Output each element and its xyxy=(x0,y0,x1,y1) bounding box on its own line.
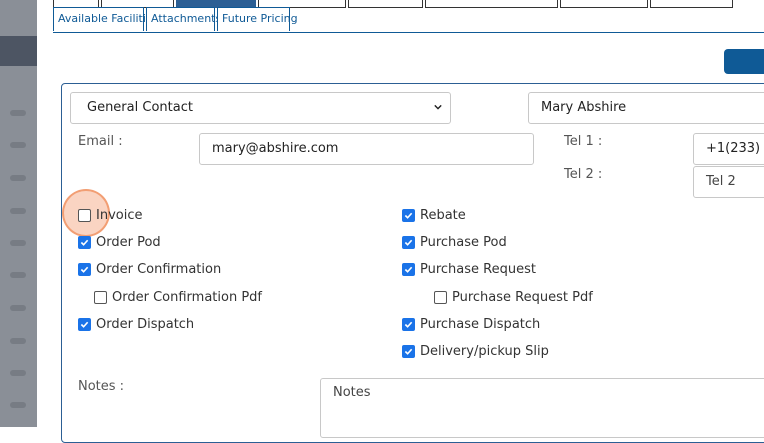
checkbox-label: Purchase Dispatch xyxy=(420,316,541,332)
check-icon xyxy=(404,266,413,273)
sidebar-item-icon[interactable] xyxy=(10,338,26,344)
chevron-down-icon xyxy=(434,104,442,110)
checkbox-checked[interactable] xyxy=(402,208,415,222)
contact-type-select[interactable]: General Contact xyxy=(70,92,451,124)
checkbox-checked[interactable] xyxy=(78,235,91,249)
action-button[interactable] xyxy=(724,49,764,74)
sidebar-item-icon[interactable] xyxy=(10,370,26,376)
sidebar-item-icon[interactable] xyxy=(10,110,26,116)
tab-attachments[interactable]: Attachments xyxy=(146,7,221,31)
sidebar-item-icon[interactable] xyxy=(10,305,26,311)
tab-future-pricing[interactable]: Future Pricing xyxy=(217,7,298,31)
contact-name-value: Mary Abshire xyxy=(541,100,627,115)
sidebar-item-icon[interactable] xyxy=(10,240,26,246)
checkbox-label: Order Pod xyxy=(96,234,161,250)
tel2-field[interactable]: Tel 2 xyxy=(693,166,764,198)
email-field[interactable]: mary@abshire.com xyxy=(199,133,534,165)
checkbox-purchase-request-pdf[interactable]: Purchase Request Pdf xyxy=(434,288,593,306)
sidebar-item-icon[interactable] xyxy=(10,142,26,148)
contact-name-field[interactable]: Mary Abshire xyxy=(528,92,764,124)
checkbox-order-confirmation[interactable]: Order Confirmation xyxy=(78,260,221,278)
checkbox-invoice[interactable]: Invoice xyxy=(78,206,142,224)
checkbox-label: Order Dispatch xyxy=(96,316,195,332)
checkbox-purchase-dispatch[interactable]: Purchase Dispatch xyxy=(402,315,540,333)
checkbox-label: Purchase Request xyxy=(420,261,536,277)
check-icon xyxy=(404,321,413,328)
tel1-value: +1(233) xyxy=(706,141,761,156)
checkbox-delivery-pickup-slip[interactable]: Delivery/pickup Slip xyxy=(402,342,549,360)
checkbox-label: Purchase Request Pdf xyxy=(452,289,593,305)
sidebar-item-icon[interactable] xyxy=(10,175,26,181)
checkbox-label: Rebate xyxy=(420,207,466,223)
sidebar-active-item[interactable] xyxy=(0,36,37,66)
sidebar-item-icon[interactable] xyxy=(10,402,26,408)
tab-available-facilities[interactable]: Available Facilities xyxy=(53,7,158,31)
tel1-field[interactable]: +1(233) xyxy=(693,133,764,165)
notes-placeholder: Notes xyxy=(333,385,371,400)
checkbox-purchase-pod[interactable]: Purchase Pod xyxy=(402,233,507,251)
tel1-label: Tel 1 : xyxy=(564,134,603,149)
tel2-label: Tel 2 : xyxy=(564,167,603,182)
sidebar-item-icon[interactable] xyxy=(10,208,26,214)
checkbox-purchase-request[interactable]: Purchase Request xyxy=(402,260,536,278)
check-icon xyxy=(404,212,413,219)
checkbox-unchecked[interactable] xyxy=(94,290,107,304)
checkbox-rebate[interactable]: Rebate xyxy=(402,206,466,224)
check-icon xyxy=(80,266,89,273)
checkbox-label: Order Confirmation Pdf xyxy=(112,289,262,305)
checkbox-checked[interactable] xyxy=(78,317,91,331)
checkbox-order-confirmation-pdf[interactable]: Order Confirmation Pdf xyxy=(94,288,262,306)
checkbox-checked[interactable] xyxy=(402,344,415,358)
check-icon xyxy=(80,321,89,328)
check-icon xyxy=(80,239,89,246)
checkbox-unchecked[interactable] xyxy=(434,290,447,304)
checkbox-order-dispatch[interactable]: Order Dispatch xyxy=(78,315,194,333)
sidebar xyxy=(0,0,37,427)
checkbox-label: Purchase Pod xyxy=(420,234,507,250)
notes-label: Notes : xyxy=(78,379,125,394)
sidebar-item-icon[interactable] xyxy=(10,272,26,278)
tel2-placeholder: Tel 2 xyxy=(706,174,736,189)
email-label: Email : xyxy=(78,134,123,149)
checkbox-label: Invoice xyxy=(96,207,143,223)
checkbox-label: Order Confirmation xyxy=(96,261,222,277)
check-icon xyxy=(404,239,413,246)
checkbox-checked[interactable] xyxy=(402,317,415,331)
checkbox-checked[interactable] xyxy=(78,262,91,276)
contact-type-value: General Contact xyxy=(87,100,193,115)
checkbox-label: Delivery/pickup Slip xyxy=(420,343,549,359)
checkbox-unchecked[interactable] xyxy=(78,208,91,222)
checkbox-checked[interactable] xyxy=(402,235,415,249)
checkbox-order-pod[interactable]: Order Pod xyxy=(78,233,161,251)
subtab-bar: Available Facilities Attachments Future … xyxy=(53,7,764,33)
email-value: mary@abshire.com xyxy=(212,141,339,156)
notes-textarea[interactable]: Notes xyxy=(320,378,764,438)
check-icon xyxy=(404,348,413,355)
checkbox-checked[interactable] xyxy=(402,262,415,276)
